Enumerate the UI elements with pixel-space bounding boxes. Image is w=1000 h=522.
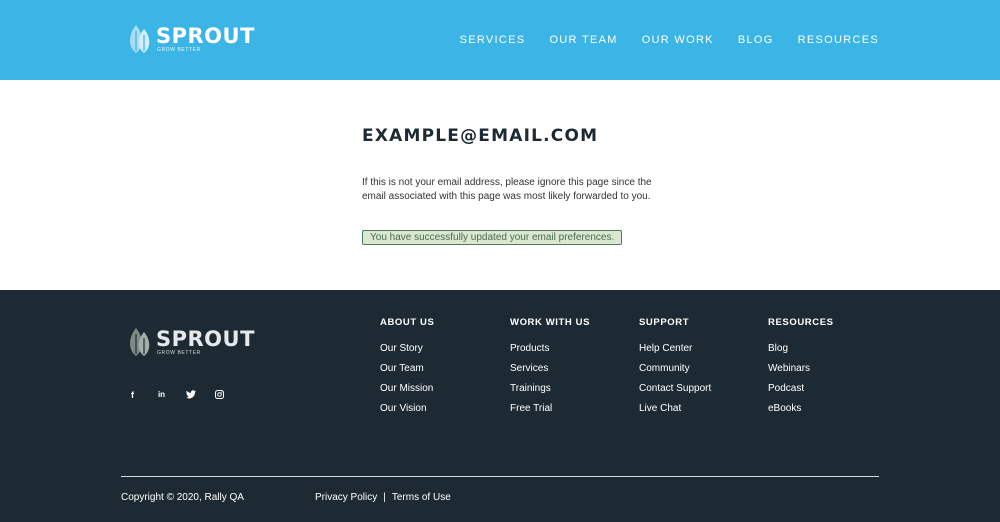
footer-link[interactable]: eBooks [768, 403, 834, 415]
footer-link[interactable]: Trainings [510, 383, 590, 395]
footer-link[interactable]: Blog [768, 343, 834, 355]
copyright-text: Copyright © 2020, Rally QA [121, 492, 244, 503]
footer-link[interactable]: Our Team [380, 363, 434, 375]
terms-of-use-link[interactable]: Terms of Use [392, 492, 451, 504]
footer-link[interactable]: Products [510, 343, 590, 355]
nav-our-work[interactable]: OUR WORK [642, 34, 714, 46]
legal-links: Privacy Policy | Terms of Use [315, 492, 451, 504]
footer-brand-tagline: GROW BETTER [157, 350, 201, 356]
footer-brand-name: SPROUT [156, 327, 255, 351]
footer-link[interactable]: Live Chat [639, 403, 711, 415]
instagram-glyph-icon [215, 390, 224, 399]
privacy-policy-link[interactable]: Privacy Policy [315, 492, 377, 504]
footer-link[interactable]: Services [510, 363, 590, 375]
footer-column-title: SUPPORT [639, 317, 690, 328]
facebook-icon[interactable]: f [127, 389, 138, 400]
nav-our-team[interactable]: OUR TEAM [549, 34, 617, 46]
nav-resources[interactable]: RESOURCES [798, 34, 879, 46]
footer-column-about: ABOUT US Our Story Our Team Our Mission … [380, 317, 434, 423]
footer-link[interactable]: Our Mission [380, 383, 434, 395]
linkedin-icon[interactable]: in [156, 389, 167, 400]
footer-link[interactable]: Podcast [768, 383, 834, 395]
legal-separator: | [383, 492, 386, 503]
twitter-icon[interactable] [185, 389, 196, 400]
nav-services[interactable]: SERVICES [460, 34, 526, 46]
sprout-leaf-icon [130, 328, 150, 356]
footer-column-support: SUPPORT Help Center Community Contact Su… [639, 317, 711, 423]
footer-link[interactable]: Our Vision [380, 403, 434, 415]
brand-name: SPROUT [156, 24, 255, 48]
footer-column-title: ABOUT US [380, 317, 435, 328]
footer-logo[interactable]: SPROUT GROW BETTER [127, 326, 255, 358]
footer-column-title: WORK WITH US [510, 317, 591, 328]
nav-blog[interactable]: BLOG [738, 34, 774, 46]
sprout-leaf-icon [130, 25, 150, 53]
notice-message: If this is not your email address, pleas… [362, 177, 652, 202]
main-content: EXAMPLE@EMAIL.COM If this is not your em… [0, 80, 1000, 290]
social-links: f in [127, 389, 225, 400]
footer-link[interactable]: Free Trial [510, 403, 590, 415]
email-heading: EXAMPLE@EMAIL.COM [362, 126, 599, 146]
site-header: SPROUT GROW BETTER SERVICES OUR TEAM OUR… [0, 0, 1000, 80]
success-alert: You have successfully updated your email… [362, 230, 623, 245]
footer-divider [121, 476, 879, 477]
brand-tagline: GROW BETTER [157, 47, 201, 53]
footer-link[interactable]: Community [639, 363, 711, 375]
footer-column-resources: RESOURCES Blog Webinars Podcast eBooks [768, 317, 834, 423]
footer-column-work: WORK WITH US Products Services Trainings… [510, 317, 590, 423]
footer-link[interactable]: Contact Support [639, 383, 711, 395]
twitter-bird-icon [185, 390, 196, 399]
footer-link[interactable]: Help Center [639, 343, 711, 355]
instagram-icon[interactable] [214, 389, 225, 400]
footer-link[interactable]: Webinars [768, 363, 834, 375]
footer-column-title: RESOURCES [768, 317, 834, 328]
footer-link[interactable]: Our Story [380, 343, 434, 355]
main-nav: SERVICES OUR TEAM OUR WORK BLOG RESOURCE… [460, 34, 879, 46]
site-footer: SPROUT GROW BETTER f in ABOUT US Our Sto… [0, 290, 1000, 522]
header-logo[interactable]: SPROUT GROW BETTER [127, 23, 255, 55]
